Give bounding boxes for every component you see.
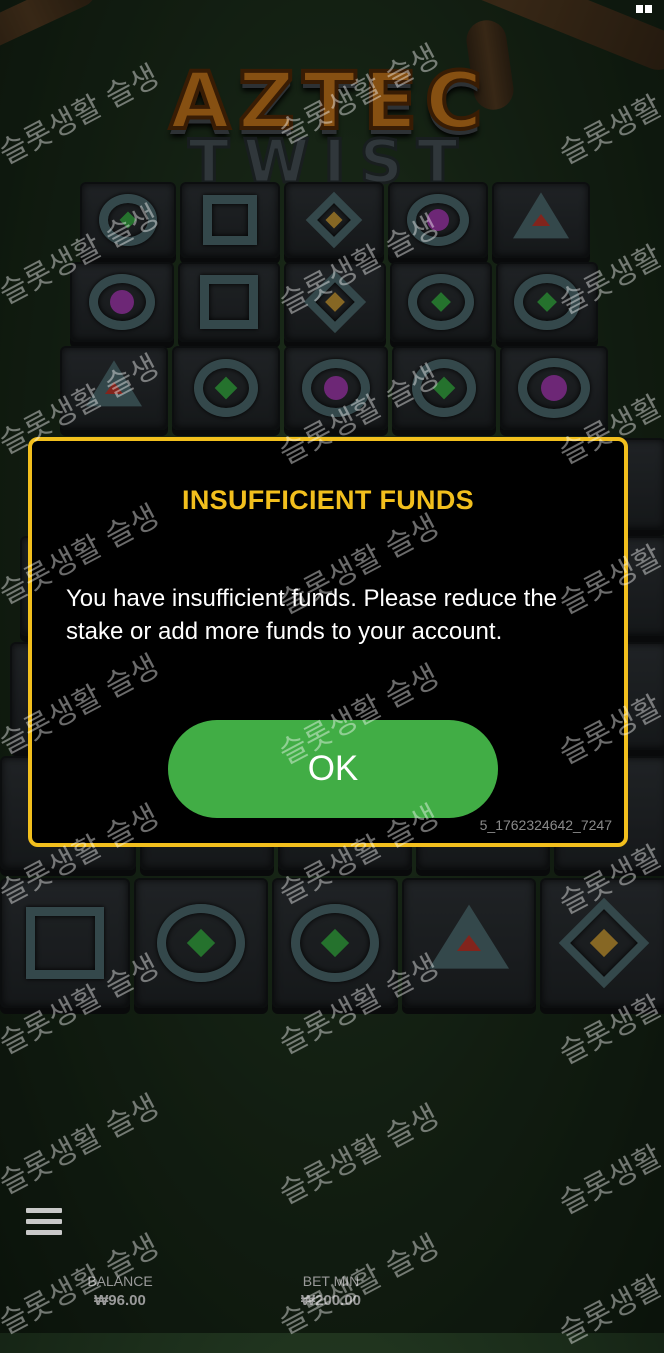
balance-value: ₩96.00 [94, 1292, 146, 1309]
ok-button[interactable]: OK [168, 720, 498, 818]
balance-display: BALANCE ₩96.00 [70, 1273, 170, 1309]
pause-icon[interactable] [634, 0, 654, 13]
dialog-title: INSUFFICIENT FUNDS [182, 485, 474, 515]
menu-icon[interactable] [26, 1208, 62, 1240]
error-reference-code: 5_1762324642_7247 [479, 817, 612, 833]
bet-display[interactable]: BET MIN ₩200.00 [276, 1273, 386, 1309]
balance-label: BALANCE [87, 1273, 153, 1289]
insufficient-funds-dialog: INSUFFICIENT FUNDS You have insufficient… [28, 437, 628, 847]
bet-value: ₩200.00 [300, 1292, 362, 1309]
bet-label: BET MIN [302, 1273, 360, 1289]
dialog-message: You have insufficient funds. Please redu… [66, 585, 558, 645]
